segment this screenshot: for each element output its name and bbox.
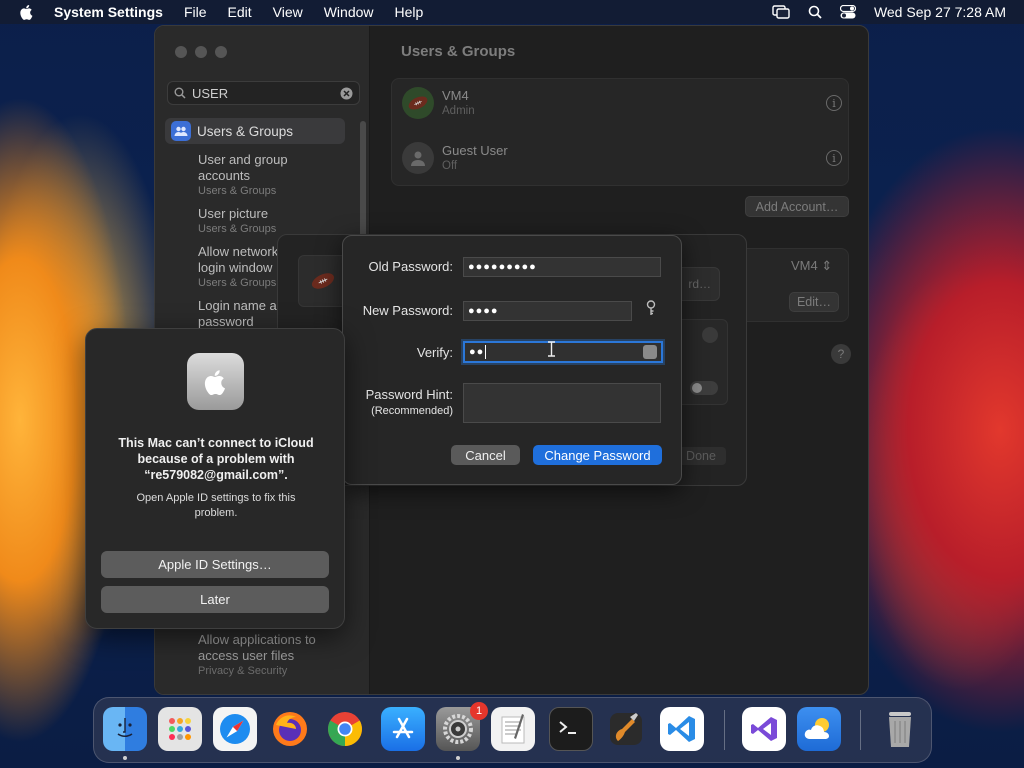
- result-subtitle: Users & Groups: [198, 185, 277, 197]
- old-password-label: Old Password:: [368, 259, 453, 274]
- add-account-button[interactable]: Add Account…: [745, 196, 849, 217]
- apple-menu-icon[interactable]: [18, 3, 36, 21]
- minimize-window-button[interactable]: [195, 46, 207, 58]
- user-avatar[interactable]: [298, 255, 348, 307]
- help-button[interactable]: ?: [831, 344, 851, 364]
- weather-icon[interactable]: [797, 707, 841, 751]
- menu-clock[interactable]: Wed Sep 27 7:28 AM: [874, 4, 1006, 20]
- football-avatar-icon: [311, 273, 335, 289]
- ibeam-cursor-icon: [548, 341, 555, 357]
- password-hint-label: Password Hint:: [365, 387, 453, 402]
- info-icon[interactable]: i: [826, 95, 842, 111]
- option-toggle[interactable]: [690, 381, 718, 395]
- dock-separator: [724, 710, 725, 750]
- finder-icon[interactable]: [103, 707, 147, 751]
- users-groups-icon: [171, 121, 191, 141]
- menu-edit[interactable]: Edit: [228, 4, 252, 20]
- password-hint-note: (Recommended): [371, 405, 453, 417]
- menu-help[interactable]: Help: [395, 4, 424, 20]
- verify-password-field[interactable]: ●●: [463, 341, 663, 363]
- new-password-label: New Password:: [362, 303, 453, 318]
- cancel-button[interactable]: Cancel: [451, 445, 520, 465]
- icloud-alert: This Mac can’t connect to iCloud because…: [85, 328, 345, 629]
- user-row-guest[interactable]: Guest User Off i: [402, 142, 842, 174]
- search-result-user-accounts[interactable]: User and group accounts Users & Groups: [165, 152, 345, 198]
- safari-icon[interactable]: [213, 707, 257, 751]
- sidebar-item-users-groups[interactable]: Users & Groups: [165, 118, 345, 144]
- menu-view[interactable]: View: [273, 4, 303, 20]
- menu-window[interactable]: Window: [324, 4, 374, 20]
- search-input-value[interactable]: USER: [192, 86, 340, 101]
- launchpad-icon[interactable]: [158, 707, 202, 751]
- firefox-icon[interactable]: [268, 707, 312, 751]
- apple-logo-icon: [204, 369, 225, 395]
- result-title: Allow applications to access user files: [198, 632, 316, 663]
- screen-mirroring-icon[interactable]: [772, 5, 790, 19]
- football-avatar-icon: [402, 87, 434, 119]
- select-value: VM4: [791, 258, 818, 273]
- person-avatar-icon: [402, 142, 434, 174]
- running-indicator: [123, 756, 127, 760]
- spotlight-search-icon[interactable]: [808, 5, 822, 19]
- search-icon: [174, 87, 186, 99]
- search-result-access-user-files[interactable]: Allow applications to access user files …: [198, 632, 333, 678]
- zoom-window-button[interactable]: [215, 46, 227, 58]
- info-icon[interactable]: i: [826, 150, 842, 166]
- user-row-vm4[interactable]: VM4 Admin i: [402, 87, 842, 119]
- terminal-icon[interactable]: [549, 707, 593, 751]
- user-role: Off: [442, 159, 458, 172]
- user-name: Guest User: [442, 142, 508, 158]
- visual-studio-icon[interactable]: [742, 707, 786, 751]
- textedit-icon[interactable]: [491, 707, 535, 751]
- result-title: User and group accounts: [198, 152, 288, 183]
- window-controls: [175, 46, 227, 58]
- password-assistant-key-icon[interactable]: [645, 300, 657, 316]
- option-radio[interactable]: [702, 327, 718, 343]
- old-password-field[interactable]: ●●●●●●●●●: [463, 257, 661, 277]
- password-hint-field[interactable]: [463, 383, 661, 423]
- running-indicator: [456, 756, 460, 760]
- notification-badge: 1: [470, 702, 488, 720]
- sidebar-item-label: Users & Groups: [197, 123, 294, 139]
- app-store-icon[interactable]: [381, 707, 425, 751]
- user-role: Admin: [442, 104, 475, 117]
- dock-separator: [860, 710, 861, 750]
- verify-label: Verify:: [416, 345, 453, 360]
- change-password-dialog: Old Password: ●●●●●●●●● New Password: ●●…: [342, 235, 682, 485]
- menu-file[interactable]: File: [184, 4, 207, 20]
- new-password-field[interactable]: ●●●●: [463, 301, 632, 321]
- alert-detail: Open Apple ID settings to fix this probl…: [96, 491, 336, 521]
- dock: 1: [93, 697, 932, 763]
- later-button[interactable]: Later: [101, 586, 329, 613]
- garageband-icon[interactable]: [604, 707, 648, 751]
- alert-message: This Mac can’t connect to iCloud because…: [118, 436, 314, 482]
- page-title: Users & Groups: [401, 43, 516, 60]
- edit-button[interactable]: Edit…: [789, 292, 839, 312]
- users-list: VM4 Admin i Guest User Off i: [391, 78, 849, 186]
- menu-app-name[interactable]: System Settings: [54, 4, 163, 20]
- automatic-login-select[interactable]: VM4 ⇕: [791, 258, 832, 274]
- caps-lock-icon: [643, 345, 657, 359]
- updown-chevron-icon: ⇕: [821, 258, 833, 273]
- control-center-icon[interactable]: [839, 5, 856, 19]
- chrome-icon[interactable]: [323, 707, 367, 751]
- result-title: User picture: [198, 206, 269, 221]
- search-result-user-picture[interactable]: User picture Users & Groups: [165, 206, 345, 236]
- system-settings-app-icon: [187, 353, 244, 410]
- vscode-icon[interactable]: [660, 707, 704, 751]
- text-cursor: [485, 345, 487, 359]
- verify-value: ●●: [469, 346, 485, 358]
- change-password-button[interactable]: Change Password: [533, 445, 662, 465]
- user-name: VM4: [442, 87, 469, 103]
- apple-id-settings-button[interactable]: Apple ID Settings…: [101, 551, 329, 578]
- close-window-button[interactable]: [175, 46, 187, 58]
- alert-detail-text: Open Apple ID settings to fix this probl…: [136, 492, 296, 519]
- result-subtitle: Privacy & Security: [198, 665, 288, 677]
- done-button[interactable]: Done: [676, 447, 726, 465]
- menu-bar: System Settings File Edit View Window He…: [0, 0, 1024, 24]
- sidebar-search-field[interactable]: USER: [167, 81, 360, 105]
- trash-icon[interactable]: [878, 707, 922, 751]
- clear-search-icon[interactable]: [340, 87, 353, 100]
